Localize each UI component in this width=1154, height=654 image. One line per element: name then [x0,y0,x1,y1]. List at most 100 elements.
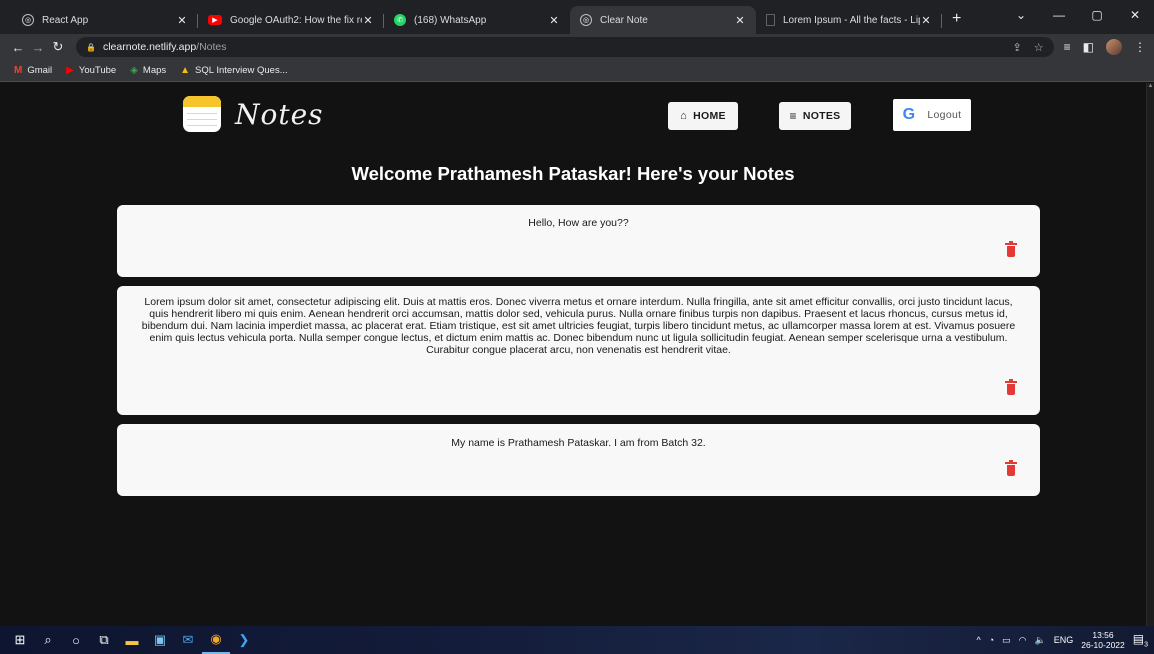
window-controls: ⌄ — ▢ ✕ [1002,0,1154,30]
extension-icons: ≡ ◧ ⋮ [1064,39,1146,55]
tab-title: React App [42,14,89,26]
task-view-icon[interactable]: ⧉ [90,626,118,654]
bookmarks-bar: M Gmail ▶ YouTube ◈ Maps ▲ SQL Interview Que… [0,60,1154,82]
tab-react-app[interactable]: ◎ React App ✕ [12,6,198,34]
tab-title: Clear Note [600,14,648,26]
language-indicator[interactable]: ENG [1054,635,1074,645]
store-icon[interactable]: ▣ [146,626,174,654]
tab-clear-note[interactable]: ◎ Clear Note ✕ [570,6,756,34]
avatar[interactable] [1106,39,1122,55]
page-scrollbar[interactable]: ▲ [1146,83,1154,626]
youtube-icon: ▶ [208,15,222,25]
google-icon: G [902,106,916,123]
side-panel-icon[interactable]: ◧ [1083,40,1094,54]
bookmark-label: YouTube [78,65,117,76]
note-text: Hello, How are you?? [528,217,629,229]
share-icon[interactable]: ⇪ [1013,41,1022,54]
kebab-menu-icon[interactable]: ⋮ [1134,40,1146,54]
browser-toolbar: ← → ↻ 🔒 clearnote.netlify.app/Notes ⇪ ☆ … [0,34,1154,60]
notes-label: NOTES [802,110,841,122]
trash-icon[interactable] [1005,241,1017,257]
new-tab-icon[interactable]: + [942,10,971,34]
app-logo[interactable]: Notes [183,96,324,132]
drive-icon: ▲ [180,65,191,76]
close-window-icon[interactable]: ✕ [1116,8,1154,22]
url-host: clearnote.netlify.app [102,41,197,53]
notification-center-icon[interactable]: ▤3 [1133,632,1148,648]
bookmark-youtube[interactable]: ▶ YouTube [66,65,116,76]
whatsapp-icon: ✆ [394,14,406,26]
tab-title: Lorem Ipsum - All the facts - Lip [783,14,920,26]
browser-tab-strip: ◎ React App ✕ ▶ Google OAuth2: How the f… [0,0,1154,34]
note-card: Hello, How are you?? [117,205,1040,277]
minimize-icon[interactable]: — [1040,8,1078,22]
file-explorer-icon[interactable]: ▬ [118,626,146,654]
network-icon[interactable]: ◔ [989,635,994,645]
search-icon[interactable]: ⌕ [34,626,62,654]
close-tab-icon[interactable]: ✕ [734,14,746,27]
tab-google-oauth[interactable]: ▶ Google OAuth2: How the fix redi ✕ [198,6,384,34]
scroll-up-icon[interactable]: ▲ [1147,83,1154,89]
notes-page: Notes ⌂ HOME ≡ NOTES G Logout Welcome Pr… [0,83,1146,626]
clock-date: 26-10-2022 [1081,640,1125,650]
note-text: My name is Prathamesh Pataskar. I am fro… [451,437,706,449]
cortana-icon[interactable]: ○ [62,626,90,654]
bookmark-star-icon[interactable]: ☆ [1034,41,1044,54]
close-tab-icon[interactable]: ✕ [920,14,932,27]
system-tray: ^ ◔ ▭ ◠ 🔈 ENG 13:56 26-10-2022 ▤3 [976,630,1154,650]
battery-icon[interactable]: ▭ [1002,635,1011,646]
reload-icon[interactable]: ↻ [48,39,68,55]
screen: ◎ React App ✕ ▶ Google OAuth2: How the f… [0,0,1154,654]
page-title: Welcome Prathamesh Pataskar! Here's your… [351,163,795,184]
note-card: My name is Prathamesh Pataskar. I am fro… [117,424,1040,496]
clock[interactable]: 13:56 26-10-2022 [1081,630,1124,650]
logout-label: Logout [927,109,962,121]
bookmark-sql[interactable]: ▲ SQL Interview Ques... [180,65,287,76]
trash-icon[interactable] [1005,379,1017,395]
home-label: HOME [693,110,726,122]
vscode-icon[interactable]: ❯ [230,626,258,654]
tab-lorem-ipsum[interactable]: Lorem Ipsum - All the facts - Lip ✕ [756,6,942,34]
note-card: Lorem ipsum dolor sit amet, consectetur … [117,286,1040,415]
youtube-icon: ▶ [66,65,74,76]
tab-title: (168) WhatsApp [414,14,487,26]
page-icon [766,14,775,26]
reading-list-icon[interactable]: ≡ [1064,40,1071,54]
notification-count: 3 [1144,641,1148,649]
windows-start-icon[interactable]: ⊞ [6,626,34,654]
logout-button[interactable]: G Logout [893,99,971,131]
bookmark-label: Gmail [27,65,53,76]
home-icon: ⌂ [680,110,688,122]
url-path: /Notes [196,41,227,53]
maximize-icon[interactable]: ▢ [1078,8,1116,22]
windows-taskbar: ⊞ ⌕ ○ ⧉ ▬ ▣ ✉ ◉ ❯ ^ ◔ ▭ ◠ 🔈 ENG 13:56 26… [0,626,1154,654]
forward-icon[interactable]: → [28,40,48,55]
bookmark-label: Maps [142,65,167,76]
tab-search-icon[interactable]: ⌄ [1002,8,1040,22]
close-tab-icon[interactable]: ✕ [548,14,560,27]
globe-icon: ◎ [580,14,592,26]
notes-button[interactable]: ≡ NOTES [779,102,851,130]
bookmark-label: SQL Interview Ques... [195,65,288,76]
notepad-icon [183,96,221,132]
address-bar[interactable]: 🔒 clearnote.netlify.app/Notes ⇪ ☆ [76,37,1054,57]
mail-icon[interactable]: ✉ [174,626,202,654]
bookmark-maps[interactable]: ◈ Maps [130,65,166,76]
maps-icon: ◈ [130,65,138,76]
bookmark-gmail[interactable]: M Gmail [14,65,52,76]
close-tab-icon[interactable]: ✕ [362,14,374,27]
clock-time: 13:56 [1092,630,1114,640]
chrome-icon[interactable]: ◉ [202,626,230,654]
volume-icon[interactable]: 🔈 [1035,635,1046,646]
tab-whatsapp[interactable]: ✆ (168) WhatsApp ✕ [384,6,570,34]
back-icon[interactable]: ← [8,40,28,55]
tab-separator [941,14,942,28]
chevron-up-icon[interactable]: ^ [976,635,980,645]
trash-icon[interactable] [1005,460,1017,476]
home-button[interactable]: ⌂ HOME [668,102,738,130]
logo-text: Notes [235,97,324,131]
note-text: Lorem ipsum dolor sit amet, consectetur … [141,296,1016,356]
close-tab-icon[interactable]: ✕ [176,14,188,27]
menu-icon: ≡ [789,109,797,123]
wifi-icon[interactable]: ◠ [1019,635,1027,646]
